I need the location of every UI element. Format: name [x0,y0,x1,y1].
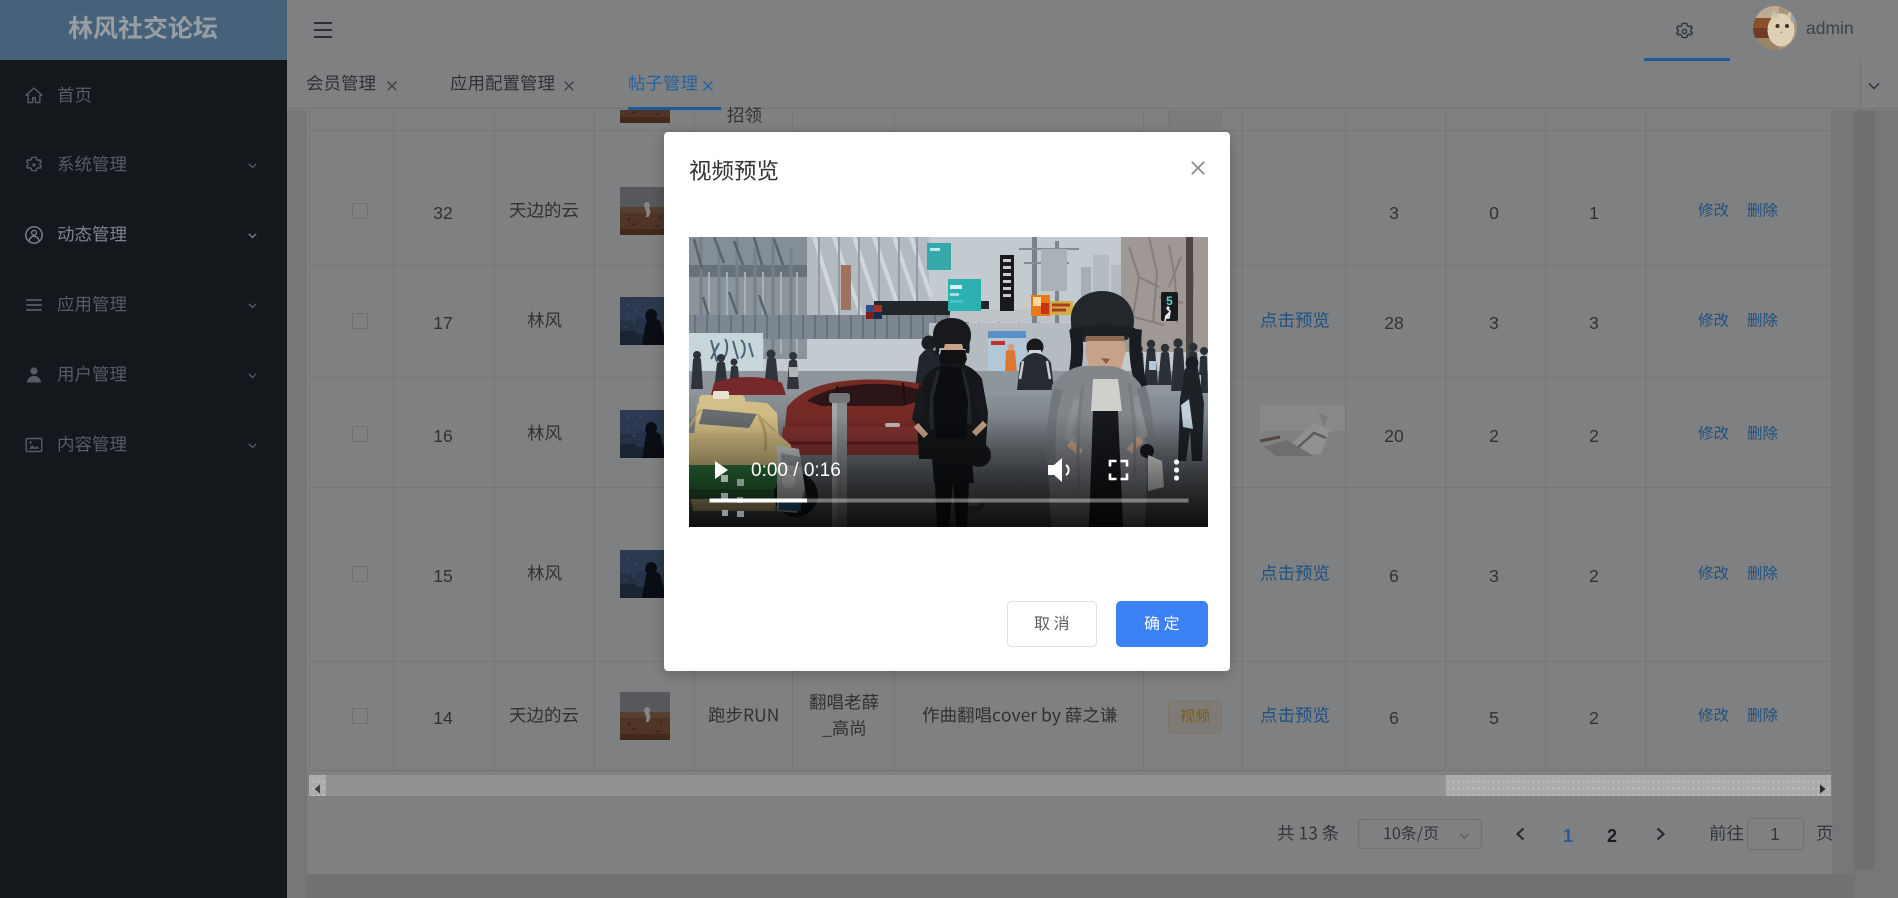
svg-text:0:00 / 0:16: 0:00 / 0:16 [751,460,841,481]
svg-text:5: 5 [1166,294,1173,308]
